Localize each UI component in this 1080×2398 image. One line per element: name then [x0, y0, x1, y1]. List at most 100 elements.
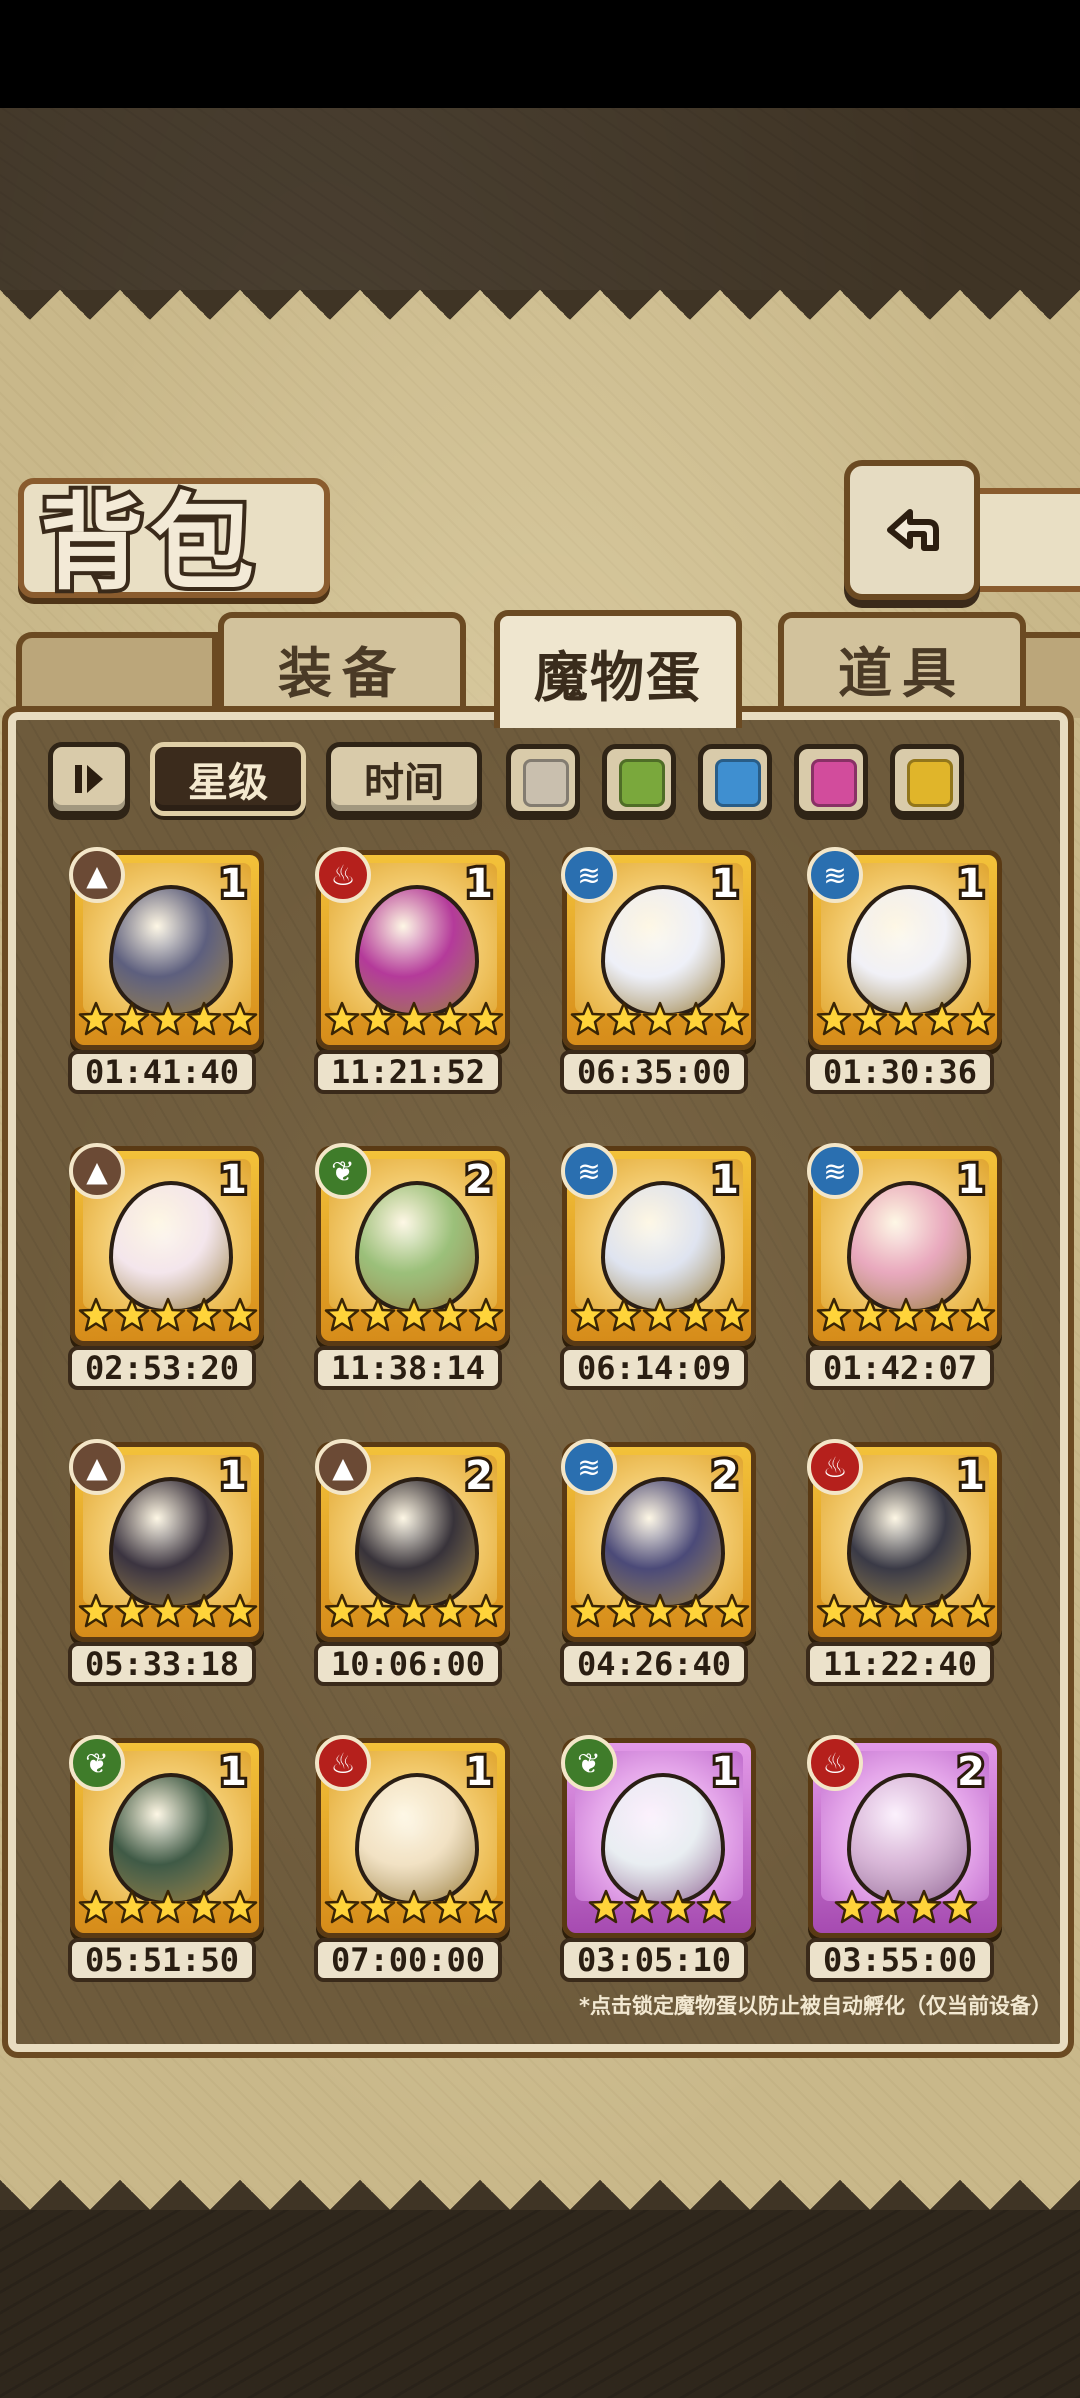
water-element-icon: ≋ [561, 1439, 617, 1495]
star-icon [678, 1001, 714, 1041]
star-icon [222, 1297, 258, 1337]
hatch-timer: 11:21:52 [314, 1050, 502, 1094]
color-filter-pink[interactable] [794, 744, 868, 816]
hatch-timer: 01:42:07 [806, 1346, 994, 1390]
star-rating [324, 1593, 504, 1633]
star-icon [468, 1889, 504, 1929]
egg-card[interactable]: ▲ 2 [315, 1439, 510, 1642]
water-element-icon: ≋ [807, 1143, 863, 1199]
color-filter-gray[interactable] [506, 744, 580, 816]
collapse-button[interactable] [48, 742, 130, 816]
tab-items[interactable]: 道具 [778, 612, 1026, 718]
fire-element-icon: ♨ [315, 1735, 371, 1791]
earth-element-icon: ▲ [69, 1439, 125, 1495]
egg-count: 2 [708, 1450, 742, 1502]
monster-egg-image [847, 885, 971, 1013]
star-rating [816, 1297, 996, 1337]
star-icon [150, 1889, 186, 1929]
tab-items-label: 道具 [838, 641, 966, 705]
color-filter-yellow[interactable] [890, 744, 964, 816]
egg-count: 1 [708, 1154, 742, 1206]
star-icon [468, 1593, 504, 1633]
egg-card[interactable]: ♨ 2 [807, 1735, 1002, 1938]
color-swatch [811, 759, 857, 807]
egg-count: 1 [708, 1746, 742, 1798]
star-icon [624, 1889, 660, 1929]
egg-card[interactable]: ≋ 1 [807, 1143, 1002, 1346]
star-icon [606, 1297, 642, 1337]
star-icon [150, 1001, 186, 1041]
monster-egg-image [601, 885, 725, 1013]
star-icon [78, 1593, 114, 1633]
star-icon [888, 1001, 924, 1041]
star-icon [834, 1889, 870, 1929]
egg-card[interactable]: ▲ 1 [69, 847, 264, 1050]
star-icon [960, 1001, 996, 1041]
egg-count: 1 [216, 1450, 250, 1502]
star-icon [432, 1593, 468, 1633]
egg-card[interactable]: ❦ 1 [69, 1735, 264, 1938]
egg-card[interactable]: ≋ 2 [561, 1439, 756, 1642]
star-rating [817, 1889, 995, 1929]
sort-by-star-label: 星级 [188, 760, 268, 806]
egg-card[interactable]: ♨ 1 [807, 1439, 1002, 1642]
star-icon [324, 1297, 360, 1337]
egg-count: 1 [954, 1154, 988, 1206]
egg-count: 1 [954, 1450, 988, 1502]
zigzag-edge-top [0, 290, 1080, 350]
earth-element-icon: ▲ [69, 1143, 125, 1199]
tab-equipment[interactable]: 装备 [218, 612, 466, 718]
star-icon [150, 1297, 186, 1337]
sort-by-time-button[interactable]: 时间 [326, 742, 482, 816]
sort-by-star-button[interactable]: 星级 [150, 742, 306, 816]
color-filter-blue[interactable] [698, 744, 772, 816]
star-icon [924, 1001, 960, 1041]
monster-egg-image [601, 1477, 725, 1605]
back-button[interactable] [844, 460, 980, 600]
star-rating [570, 1001, 750, 1041]
star-icon [186, 1297, 222, 1337]
star-rating [570, 1297, 750, 1337]
star-icon [324, 1001, 360, 1041]
monster-egg-image [601, 1181, 725, 1309]
status-bar [0, 0, 1080, 108]
egg-card[interactable]: ≋ 1 [561, 1143, 756, 1346]
star-rating [816, 1001, 996, 1041]
star-icon [324, 1593, 360, 1633]
color-swatch [619, 759, 665, 807]
zigzag-edge-bottom [0, 2150, 1080, 2210]
star-icon [714, 1001, 750, 1041]
egg-card[interactable]: ≋ 1 [561, 847, 756, 1050]
star-icon [396, 1889, 432, 1929]
star-rating [570, 1593, 750, 1633]
monster-egg-image [355, 1773, 479, 1901]
egg-card[interactable]: ≋ 1 [807, 847, 1002, 1050]
star-icon [570, 1297, 606, 1337]
star-icon [324, 1889, 360, 1929]
star-icon [852, 1297, 888, 1337]
egg-count: 1 [954, 858, 988, 910]
earth-element-icon: ▲ [69, 847, 125, 903]
star-icon [852, 1593, 888, 1633]
star-icon [888, 1593, 924, 1633]
star-icon [360, 1889, 396, 1929]
egg-card[interactable]: ❦ 2 [315, 1143, 510, 1346]
egg-count: 2 [462, 1154, 496, 1206]
egg-card[interactable]: ▲ 1 [69, 1143, 264, 1346]
egg-card[interactable]: ❦ 1 [561, 1735, 756, 1938]
egg-card[interactable]: ♨ 1 [315, 847, 510, 1050]
star-icon [432, 1297, 468, 1337]
star-icon [606, 1001, 642, 1041]
hatch-timer: 06:14:09 [560, 1346, 748, 1390]
star-icon [468, 1001, 504, 1041]
water-element-icon: ≋ [561, 847, 617, 903]
egg-count: 1 [216, 1746, 250, 1798]
star-icon [396, 1593, 432, 1633]
egg-card[interactable]: ▲ 1 [69, 1439, 264, 1642]
tab-monster-eggs[interactable]: 魔物蛋 [494, 610, 742, 728]
hatch-timer: 02:53:20 [68, 1346, 256, 1390]
egg-card[interactable]: ♨ 1 [315, 1735, 510, 1938]
color-swatch [907, 759, 953, 807]
color-filter-green[interactable] [602, 744, 676, 816]
star-icon [114, 1889, 150, 1929]
